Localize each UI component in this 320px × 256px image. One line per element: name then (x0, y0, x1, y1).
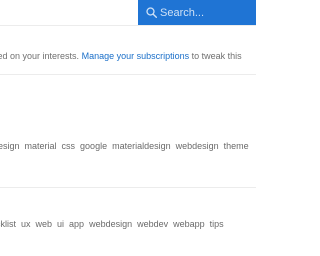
tag-link[interactable]: ux (21, 218, 31, 230)
search-icon (146, 7, 157, 18)
tag-link[interactable]: design (0, 140, 20, 152)
tag-link[interactable]: material (25, 140, 57, 152)
tag-link[interactable]: css (62, 140, 76, 152)
tag-link[interactable]: webdev (137, 218, 168, 230)
section-divider (0, 74, 256, 75)
tag-link[interactable]: ui (57, 218, 64, 230)
top-bar (0, 0, 256, 25)
tag-link[interactable]: webdesign (176, 140, 219, 152)
tag-link[interactable]: materialdesign (112, 140, 171, 152)
tag-list-row-2: cklist uxwebuiapp webdesign webdev webapp tip… (0, 218, 224, 230)
tag-link[interactable]: theme (224, 140, 249, 152)
page: s based on your interests. Manage your s… (0, 0, 256, 256)
intro-text: s based on your interests. Manage your s… (0, 50, 242, 62)
tag-link[interactable]: web (36, 218, 53, 230)
tag-link[interactable]: cklist (0, 218, 16, 230)
intro-text-before: s based on your interests. (0, 51, 80, 61)
search-box[interactable] (138, 0, 256, 25)
tag-link[interactable]: webapp (173, 218, 205, 230)
tag-link[interactable]: app (69, 218, 84, 230)
search-input[interactable] (160, 4, 252, 21)
tag-list-row-1: design material css google materialdesign web… (0, 140, 249, 152)
tag-link[interactable]: google (80, 140, 107, 152)
manage-subscriptions-link[interactable]: Manage your subscriptions (82, 51, 190, 61)
tag-link[interactable]: tips (210, 218, 224, 230)
header-divider (0, 25, 256, 26)
intro-text-after: to tweak this (191, 51, 242, 61)
tag-link[interactable]: webdesign (89, 218, 132, 230)
section-divider (0, 187, 256, 188)
